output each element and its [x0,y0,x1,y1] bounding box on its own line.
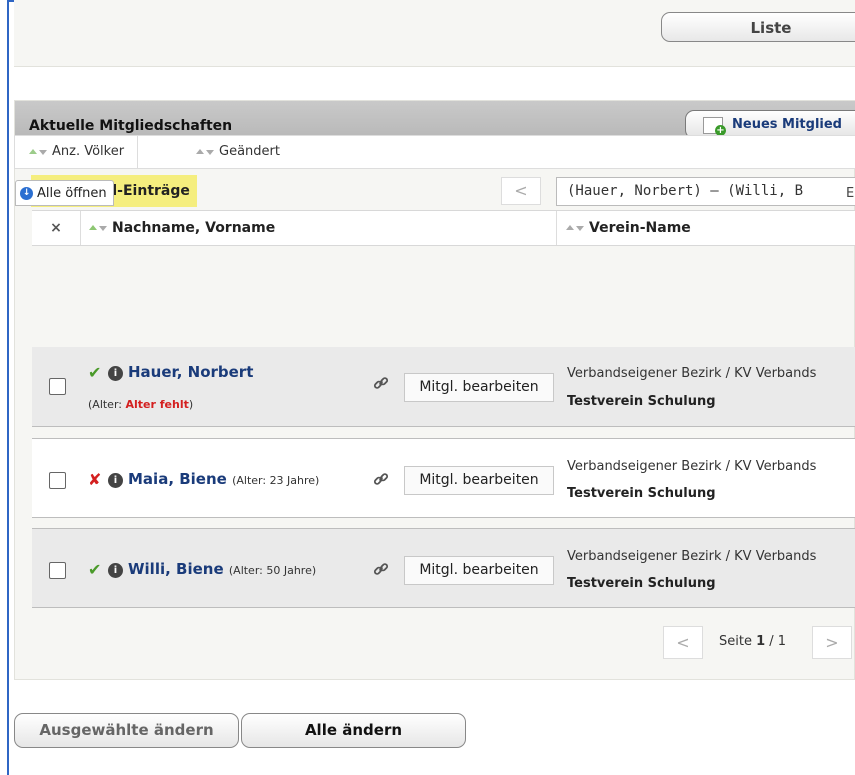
top-toolbar: Liste [14,0,855,67]
page-current: 1 [756,634,766,649]
member-name[interactable]: Hauer, Norbert [128,363,253,381]
row-checkbox[interactable] [49,472,66,489]
download-icon: ↓ [20,187,33,200]
status-error-icon: ✘ [88,470,102,489]
table-header: × Nachname, Vorname Verein-Name [32,210,855,246]
link-icon[interactable] [373,471,389,491]
sort-bar: Anz. Völker Geändert [14,135,855,169]
prev-page-button[interactable]: < [663,626,703,659]
sort-geaendert[interactable]: Geändert [195,136,280,168]
age-prefix: (Alter: [88,398,126,411]
next-page-button[interactable]: > [812,626,852,659]
panel-title: Aktuelle Mitgliedschaften [29,118,233,134]
age-suffix: ) [188,398,194,411]
expand-all-button[interactable]: ↓ Alle öffnen [15,180,114,206]
sort-arrows-icon [28,146,50,158]
range-selector[interactable]: (Hauer, Norbert) – (Willi, B [556,177,855,206]
column-verein-label: Verein-Name [589,220,691,236]
info-icon[interactable]: i [108,563,123,578]
member-name-text: Willi, Biene [128,560,224,578]
page-indicator: Seite 1 / 1 [719,634,786,649]
select-all-toggle[interactable]: × [32,211,81,245]
info-icon[interactable]: i [108,366,123,381]
member-name[interactable]: Willi, Biene (Alter: 50 Jahre) [128,560,316,578]
member-age: (Alter: 50 Jahre) [228,564,317,577]
sort-arrows-icon [195,146,217,158]
sort-label: Geändert [219,144,280,159]
edit-member-button[interactable]: Mitgl. bearbeiten [404,373,554,402]
member-age: (Alter: Alter fehlt) [88,398,193,411]
edit-member-button[interactable]: Mitgl. bearbeiten [404,466,554,495]
edit-member-button[interactable]: Mitgl. bearbeiten [404,556,554,585]
status-ok-icon: ✔ [88,560,102,579]
info-icon[interactable]: i [108,473,123,488]
change-all-button[interactable]: Alle ändern [241,713,466,748]
sort-arrows-icon [565,222,587,234]
page-total: 1 [777,634,787,649]
row-checkbox[interactable] [49,562,66,579]
new-member-label: Neues Mitglied [732,117,842,132]
change-selected-button[interactable]: Ausgewählte ändern [14,713,239,748]
verein-district: Verbandseigener Bezirk / KV Verbands [567,549,817,564]
verein-district: Verbandseigener Bezirk / KV Verbands [567,459,817,474]
link-icon[interactable] [373,375,389,395]
member-name-text: Maia, Biene [128,470,227,488]
verein-name[interactable]: Testverein Schulung [567,486,716,501]
status-ok-icon: ✔ [88,363,102,382]
member-age: (Alter: 23 Jahre) [232,474,320,487]
column-header-verein[interactable]: Verein-Name [556,211,691,245]
sort-label: Anz. Völker [52,144,125,159]
row-checkbox[interactable] [49,378,66,395]
age-missing: Alter fehlt [125,398,189,411]
member-name[interactable]: Maia, Biene (Alter: 23 Jahre) [128,470,319,488]
table-row: ✘ i Maia, Biene (Alter: 23 Jahre) Mitgl.… [32,438,855,518]
page-prefix: Seite [719,634,757,649]
verein-name[interactable]: Testverein Schulung [567,394,716,409]
window-frame-left [7,0,9,775]
range-prev-button[interactable]: < [501,177,541,205]
page-sep: / [765,634,778,649]
link-icon[interactable] [373,561,389,581]
verein-district: Verbandseigener Bezirk / KV Verbands [567,366,817,381]
table-row: ✔ i Hauer, Norbert (Alter: Alter fehlt) … [32,347,855,427]
column-header-name[interactable]: Nachname, Vorname [88,211,275,245]
table-row: ✔ i Willi, Biene (Alter: 50 Jahre) Mitgl… [32,528,855,608]
column-header-truncated: E [846,186,855,201]
expand-all-label: Alle öffnen [37,186,107,201]
column-name-label: Nachname, Vorname [112,220,276,236]
sort-arrows-icon [88,222,110,234]
verein-name[interactable]: Testverein Schulung [567,576,716,591]
sort-anz-volker[interactable]: Anz. Völker [28,136,139,168]
liste-button[interactable]: Liste [661,12,855,42]
